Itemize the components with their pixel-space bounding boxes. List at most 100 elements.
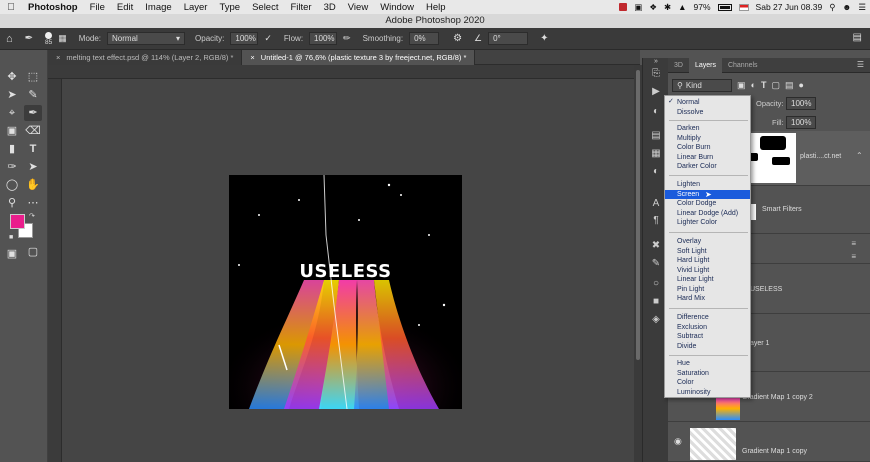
shape-filter-icon[interactable]: ▢: [771, 80, 780, 91]
blend-hard-mix[interactable]: Hard Mix: [665, 294, 750, 304]
layer-fill-field[interactable]: 100%: [786, 116, 816, 129]
tab-untitled-1[interactable]: × Untitled-1 @ 76,6% (plastic texture 3 …: [242, 50, 476, 65]
cast-icon[interactable]: ▣: [634, 2, 642, 13]
close-icon[interactable]: ×: [250, 50, 254, 65]
libraries-icon[interactable]: ◈: [647, 314, 665, 328]
blend-subtract[interactable]: Subtract: [665, 332, 750, 342]
blend-color[interactable]: Color: [665, 378, 750, 388]
shape-tool-icon[interactable]: ◯: [3, 177, 21, 193]
opacity-field[interactable]: 100%: [230, 32, 259, 45]
actions-play-icon[interactable]: ▶: [647, 86, 665, 100]
user-icon[interactable]: ☻: [842, 2, 851, 12]
layer-name[interactable]: plasti....ct.net: [800, 153, 841, 160]
stamp-tool-icon[interactable]: ▮: [3, 141, 21, 157]
tab-3d[interactable]: 3D: [668, 58, 689, 73]
type-filter-icon[interactable]: T: [761, 80, 767, 90]
crop-tool-icon[interactable]: ⌖: [3, 105, 21, 121]
blend-divide[interactable]: Divide: [665, 342, 750, 352]
brush-tool-preset-icon[interactable]: ✒: [25, 33, 33, 44]
blend-difference[interactable]: Difference: [665, 313, 750, 323]
frame-tool-icon[interactable]: ▣: [3, 123, 21, 139]
battery-icon[interactable]: [717, 3, 732, 11]
blend-linear-light[interactable]: Linear Light: [665, 275, 750, 285]
brush-tool-icon[interactable]: ✒: [24, 105, 42, 121]
workspace-icon[interactable]: ▤: [853, 32, 862, 43]
hand-tool-icon[interactable]: ✋: [24, 177, 42, 193]
blend-vivid-light[interactable]: Vivid Light: [665, 266, 750, 276]
airbrush-icon[interactable]: ✏: [343, 33, 351, 44]
marquee-tool-icon[interactable]: ⬚: [24, 69, 42, 85]
menu-app-name[interactable]: Photoshop: [22, 2, 84, 13]
tab-channels[interactable]: Channels: [722, 58, 764, 73]
move-tool-icon[interactable]: ✥: [3, 69, 21, 85]
lasso-tool-icon[interactable]: ➤: [3, 87, 21, 103]
layer-opacity-field[interactable]: 100%: [786, 97, 816, 110]
tab-layers[interactable]: Layers: [688, 58, 722, 73]
chevron-up-icon[interactable]: ⌃: [856, 151, 863, 160]
menu-filter[interactable]: Filter: [284, 2, 317, 13]
vertical-ruler[interactable]: [48, 79, 62, 462]
blend-hue[interactable]: Hue: [665, 359, 750, 369]
adjustments-icon[interactable]: ◐: [647, 106, 665, 120]
search-icon[interactable]: ⚲: [829, 2, 835, 13]
blend-soft-light[interactable]: Soft Light: [665, 247, 750, 257]
tools-icon[interactable]: ✖: [647, 240, 665, 254]
menu-help[interactable]: Help: [420, 2, 452, 13]
layer-name[interactable]: Gradient Map 1 copy 2: [742, 394, 813, 401]
pixel-filter-icon[interactable]: ▣: [737, 80, 746, 91]
apple-menu-icon[interactable]: : [0, 2, 22, 13]
pen-tool-icon[interactable]: ✑: [3, 159, 21, 175]
brush-settings-icon[interactable]: ▦: [58, 33, 67, 44]
blend-multiply[interactable]: Multiply: [665, 134, 750, 144]
menu-image[interactable]: Image: [139, 2, 177, 13]
menu-layer[interactable]: Layer: [178, 2, 214, 13]
filter-options-icon[interactable]: ≡: [851, 239, 856, 248]
filter-toggle-icon[interactable]: ●: [798, 80, 803, 90]
document-canvas[interactable]: USELESS: [229, 175, 462, 409]
home-icon[interactable]: ⌂: [6, 33, 13, 45]
blend-hard-light[interactable]: Hard Light: [665, 256, 750, 266]
blend-lighten[interactable]: Lighten: [665, 180, 750, 190]
styles-icon[interactable]: ▤: [647, 130, 665, 144]
blend-overlay[interactable]: Overlay: [665, 237, 750, 247]
quick-mask-icon[interactable]: ▢: [24, 244, 42, 260]
path-select-tool-icon[interactable]: ➤: [24, 159, 42, 175]
layer-name[interactable]: Gradient Map 1 copy: [742, 448, 807, 455]
tab-melting-text-effect[interactable]: × melting text effect.psd @ 114% (Layer …: [48, 50, 243, 65]
wifi-icon[interactable]: ▲: [678, 2, 686, 12]
horizontal-ruler[interactable]: [48, 65, 634, 79]
blend-normal[interactable]: Normal: [665, 98, 750, 108]
more-tools-icon[interactable]: ⋯: [24, 195, 42, 211]
swatches-icon[interactable]: ▦: [647, 148, 665, 162]
blend-dissolve[interactable]: Dissolve: [665, 108, 750, 118]
menu-type[interactable]: Type: [213, 2, 246, 13]
scrollbar-thumb[interactable]: [636, 70, 640, 360]
bluetooth-icon[interactable]: ✱: [664, 2, 671, 13]
menu-file[interactable]: File: [84, 2, 111, 13]
blend-color-dodge[interactable]: Color Dodge: [665, 199, 750, 209]
datetime[interactable]: Sab 27 Jun 08.39: [756, 2, 823, 12]
foreground-color-swatch[interactable]: [10, 214, 25, 229]
paragraph-icon[interactable]: ¶: [647, 215, 665, 229]
record-icon[interactable]: [619, 3, 628, 11]
blend-exclusion[interactable]: Exclusion: [665, 323, 750, 333]
blend-linear-burn[interactable]: Linear Burn: [665, 153, 750, 163]
blend-luminosity[interactable]: Luminosity: [665, 388, 750, 398]
history-icon[interactable]: ⎘: [647, 68, 665, 82]
flow-field[interactable]: 100%: [309, 32, 338, 45]
smart-object-filter-icon[interactable]: ▤: [785, 80, 794, 91]
menu-view[interactable]: View: [342, 2, 374, 13]
eye-icon[interactable]: ◉: [674, 436, 682, 447]
flag-icon[interactable]: [738, 3, 749, 11]
blend-darker-color[interactable]: Darker Color: [665, 162, 750, 172]
pressure-opacity-icon[interactable]: ✓: [264, 33, 272, 44]
blend-darken[interactable]: Darken: [665, 124, 750, 134]
brushes-icon[interactable]: ✎: [647, 258, 665, 272]
clone-source-icon[interactable]: ○: [647, 278, 665, 292]
menu-select[interactable]: Select: [246, 2, 284, 13]
smoothing-field[interactable]: 0%: [409, 32, 440, 45]
brush-settings-panel-icon[interactable]: ■: [647, 296, 665, 310]
menu-3d[interactable]: 3D: [318, 2, 342, 13]
angle-field[interactable]: 0°: [488, 32, 529, 45]
menu-edit[interactable]: Edit: [111, 2, 139, 13]
